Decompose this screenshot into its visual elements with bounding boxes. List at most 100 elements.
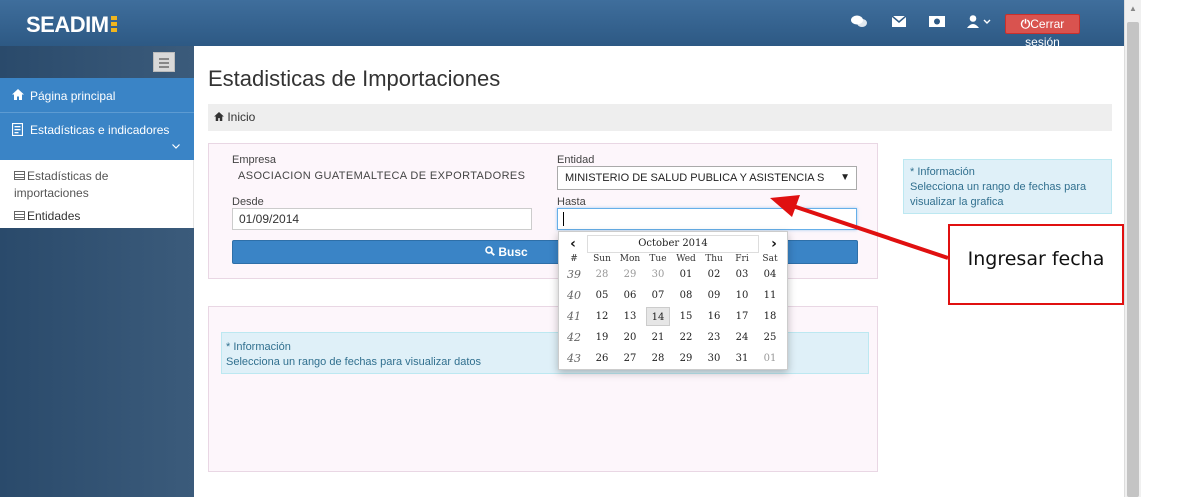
annotation-text: Ingresar fecha (967, 248, 1105, 270)
week-number: 41 (567, 310, 581, 323)
sidebar-item-statistics[interactable]: Estadísticas e indicadores (0, 112, 194, 160)
day-cell[interactable]: 24 (730, 328, 754, 347)
next-month-icon[interactable]: › (762, 235, 786, 253)
datepicker-week-row: 39 28 29 30 01 02 03 04 (562, 265, 786, 284)
day-cell[interactable]: 28 (590, 265, 614, 284)
comments-icon[interactable] (850, 15, 868, 31)
day-header: Sat (762, 254, 778, 264)
page-scrollbar[interactable]: ▲ (1124, 0, 1141, 497)
day-cell[interactable]: 18 (758, 307, 782, 326)
brand-logo[interactable]: SEADIM (26, 12, 117, 38)
entidad-select[interactable]: MINISTERIO DE SALUD PUBLICA Y ASISTENCIA… (557, 166, 857, 190)
day-cell[interactable]: 03 (730, 265, 754, 284)
desde-label: Desde (232, 196, 264, 208)
day-cell[interactable]: 16 (702, 307, 726, 326)
breadcrumb-home-link[interactable]: Inicio (227, 110, 255, 124)
scroll-thumb[interactable] (1127, 22, 1139, 497)
day-cell[interactable]: 13 (618, 307, 642, 326)
day-cell[interactable]: 19 (590, 328, 614, 347)
datepicker-month-title[interactable]: October 2014 (587, 235, 759, 253)
day-header: Fri (735, 254, 749, 264)
day-cell[interactable]: 09 (702, 286, 726, 305)
day-cell[interactable]: 02 (702, 265, 726, 284)
empresa-label: Empresa (232, 154, 277, 166)
day-header: Sun (593, 254, 611, 264)
week-number: 43 (567, 352, 581, 365)
day-cell[interactable]: 20 (618, 328, 642, 347)
day-cell[interactable]: 01 (758, 349, 782, 368)
day-header: Thu (705, 254, 723, 264)
day-cell[interactable]: 26 (590, 349, 614, 368)
day-cell[interactable]: 14 (646, 307, 670, 326)
sidebar-item-import-statistics[interactable]: Estadísticas de importaciones (14, 168, 164, 202)
user-icon[interactable] (966, 15, 994, 31)
right-margin (1141, 0, 1189, 497)
datepicker-week-row: 41 12 13 14 15 16 17 18 (562, 307, 786, 326)
sidebar-item-home[interactable]: Página principal (0, 78, 194, 112)
empresa-value: ASOCIACION GUATEMALTECA DE EXPORTADORES (238, 170, 526, 182)
desde-input[interactable]: 01/09/2014 (232, 208, 532, 230)
datepicker-week-row: 42 19 20 21 22 23 24 25 (562, 328, 786, 347)
scroll-up-arrow-icon[interactable]: ▲ (1125, 0, 1141, 17)
money-icon[interactable] (928, 15, 946, 31)
datepicker-week-row: 40 05 06 07 08 09 10 11 (562, 286, 786, 305)
datepicker: ‹ October 2014 › # Sun Mon Tue Wed Thu Fri Sat… (558, 231, 788, 370)
breadcrumb: Inicio (208, 104, 1112, 131)
week-number: 40 (567, 289, 581, 302)
day-cell[interactable]: 31 (730, 349, 754, 368)
day-cell[interactable]: 07 (646, 286, 670, 305)
dropdown-arrow-icon: ▼ (836, 167, 850, 189)
day-cell[interactable]: 08 (674, 286, 698, 305)
page-title: Estadisticas de Importaciones (208, 66, 501, 91)
day-cell[interactable]: 23 (702, 328, 726, 347)
day-cell[interactable]: 05 (590, 286, 614, 305)
hasta-label: Hasta (557, 196, 586, 208)
week-number: 39 (567, 268, 581, 281)
day-cell[interactable]: 29 (674, 349, 698, 368)
day-cell[interactable]: 12 (590, 307, 614, 326)
logout-button[interactable]: ⏻Cerrar sesión (1005, 14, 1080, 49)
sidebar-toggle-icon[interactable] (153, 52, 175, 72)
info-box-chart: * Información Selecciona un rango de fec… (903, 159, 1112, 214)
hasta-input[interactable] (557, 208, 857, 230)
day-cell[interactable]: 28 (646, 349, 670, 368)
entidad-label: Entidad (557, 154, 595, 166)
statistics-submenu: Estadísticas de importaciones Entidades (0, 160, 194, 228)
day-cell[interactable]: 06 (618, 286, 642, 305)
day-cell[interactable]: 30 (702, 349, 726, 368)
day-header: Mon (619, 254, 641, 264)
sidebar: Página principal Estadísticas e indicado… (0, 46, 194, 497)
document-icon (11, 122, 24, 139)
day-cell[interactable]: 29 (618, 265, 642, 284)
sidebar-item-entities[interactable]: Entidades (14, 208, 80, 225)
day-cell[interactable]: 27 (618, 349, 642, 368)
power-icon: ⏻ (1020, 17, 1031, 31)
day-cell[interactable]: 01 (674, 265, 698, 284)
day-header: Tue (649, 254, 667, 264)
day-header: Wed (676, 254, 696, 264)
table-icon (14, 211, 25, 220)
day-cell[interactable]: 15 (674, 307, 698, 326)
table-icon (14, 171, 25, 180)
day-cell[interactable]: 17 (730, 307, 754, 326)
day-cell[interactable]: 22 (674, 328, 698, 347)
day-cell[interactable]: 10 (730, 286, 754, 305)
day-cell[interactable]: 21 (646, 328, 670, 347)
home-icon (12, 89, 24, 103)
chevron-down-icon (172, 141, 180, 151)
logo-mark (110, 16, 117, 34)
day-cell[interactable]: 25 (758, 328, 782, 347)
top-navbar: SEADIM ⏻Cerrar sesión (0, 0, 1124, 49)
day-cell[interactable]: 11 (758, 286, 782, 305)
week-number-header: # (570, 254, 578, 264)
day-cell[interactable]: 30 (646, 265, 670, 284)
prev-month-icon[interactable]: ‹ (561, 235, 585, 253)
text-caret (563, 212, 564, 226)
search-icon (485, 245, 498, 259)
annotation-callout: Ingresar fecha (948, 224, 1124, 305)
datepicker-week-row: 43 26 27 28 29 30 31 01 (562, 349, 786, 368)
envelope-icon[interactable] (890, 15, 908, 31)
home-icon (214, 110, 227, 124)
day-cell[interactable]: 04 (758, 265, 782, 284)
week-number: 42 (567, 331, 581, 344)
